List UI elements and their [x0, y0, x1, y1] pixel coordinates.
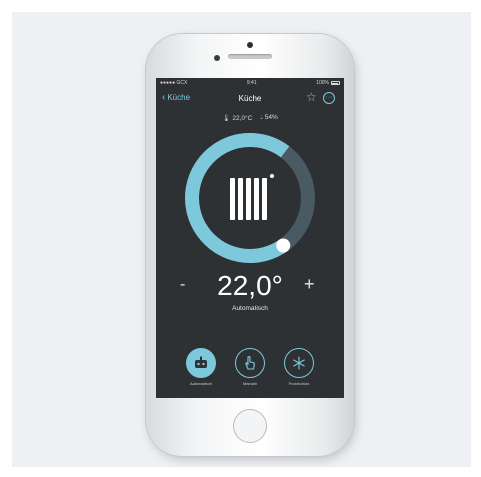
- home-button[interactable]: [233, 409, 267, 443]
- battery-icon: [330, 81, 340, 85]
- more-options-button[interactable]: ···: [323, 92, 335, 104]
- status-bar: ●●●●● GCX 9:41 100%: [156, 78, 344, 88]
- mode-frost-button[interactable]: Frostschutz: [280, 348, 318, 386]
- favorite-star-icon[interactable]: ☆: [306, 91, 317, 103]
- more-dots-icon: ···: [325, 94, 333, 101]
- carrier-label: ●●●●● GCX: [160, 80, 188, 86]
- thermometer-icon: 🌡︎: [222, 115, 231, 122]
- clock-label: 9:41: [246, 80, 257, 86]
- dial-handle[interactable]: [276, 238, 291, 253]
- mode-manual-circle: [235, 348, 265, 378]
- mode-frost-label: Frostschutz: [288, 381, 310, 386]
- increase-button[interactable]: +: [304, 274, 315, 295]
- battery-label: 100%: [316, 80, 329, 86]
- mode-automatic-button[interactable]: Automatisch: [182, 348, 220, 386]
- status-right: 100%: [316, 80, 340, 86]
- room-temperature: 🌡︎ 22,0°C: [222, 114, 252, 122]
- room-readings: 🌡︎ 22,0°C 💧︎ 54%: [156, 114, 344, 122]
- room-temperature-value: 22,0°C: [232, 115, 253, 122]
- mode-automatic-label: Automatisch: [189, 381, 212, 386]
- room-humidity-value: 54%: [264, 114, 278, 121]
- camera-icon: [247, 42, 253, 48]
- robot-icon: [195, 356, 207, 368]
- mode-frost-circle: [284, 348, 314, 378]
- room-humidity: 💧︎ 54%: [260, 114, 277, 122]
- earpiece-speaker: [228, 54, 272, 59]
- temperature-controls: - 22,0° +: [156, 270, 344, 304]
- front-sensor-icon: [214, 55, 220, 61]
- navigation-bar: ‹ Küche Küche ☆ ···: [156, 90, 344, 108]
- app-screen: ●●●●● GCX 9:41 100% ‹ Küche Küche ☆ ··· …: [156, 78, 344, 398]
- radiator-icon: [230, 174, 274, 220]
- hand-icon: [245, 355, 255, 370]
- mode-manual-label: Manuell: [242, 381, 257, 386]
- mode-selector: Automatisch Manuell Frostschutz: [156, 348, 344, 394]
- mode-automatic-circle: [186, 348, 216, 378]
- temperature-dial[interactable]: [180, 128, 320, 268]
- phone-frame: ●●●●● GCX 9:41 100% ‹ Küche Küche ☆ ··· …: [146, 34, 354, 456]
- droplet-icon: 💧︎: [260, 114, 263, 121]
- current-mode-label: Automatisch: [232, 305, 268, 312]
- snowflake-icon: [293, 356, 305, 370]
- set-temperature: 22,0°: [217, 270, 283, 301]
- mode-manual-button[interactable]: Manuell: [231, 348, 269, 386]
